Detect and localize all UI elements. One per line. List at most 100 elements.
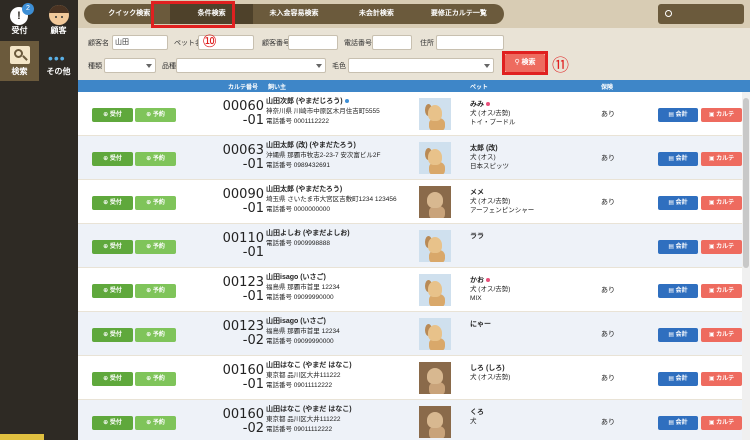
karte-button[interactable]: ▣ カルテ: [701, 240, 742, 254]
pet-breed: 日本スピッツ: [470, 163, 509, 170]
reception-button[interactable]: ⊕ 受付: [92, 372, 133, 386]
billing-button[interactable]: ▤ 会計: [658, 372, 698, 386]
billing-button[interactable]: ▤ 会計: [658, 240, 698, 254]
pet-info: にゃー: [470, 320, 610, 329]
karte-button-label: カルテ: [716, 112, 735, 118]
owner-name[interactable]: 山田次郎 (やまだじろう): [266, 97, 416, 107]
reserve-button[interactable]: ⊕ 予約: [135, 240, 176, 254]
pet-name-text: メメ: [470, 189, 484, 196]
reserve-button[interactable]: ⊕ 予約: [135, 152, 176, 166]
reception-button[interactable]: ⊕ 受付: [92, 108, 133, 122]
pet-name[interactable]: にゃー: [470, 320, 610, 329]
scrollbar-thumb[interactable]: [743, 98, 749, 268]
reception-button[interactable]: ⊕ 受付: [92, 416, 133, 430]
billing-button-label: 会計: [675, 376, 688, 382]
address-input[interactable]: [436, 35, 504, 50]
customer-name-input[interactable]: 山田: [112, 35, 168, 50]
pet-name[interactable]: くろ: [470, 408, 610, 417]
reception-button[interactable]: ⊕ 受付: [92, 284, 133, 298]
top-nav: クイック検索 条件検索 未入金容易検索 未会計検索 要修正カルテ一覧: [78, 0, 750, 28]
pet-name[interactable]: ララ: [470, 232, 610, 241]
karte-number-main: 00063: [222, 143, 264, 158]
billing-button[interactable]: ▤ 会計: [658, 416, 698, 430]
tab-unbilled-search[interactable]: 未会計検索: [335, 4, 417, 24]
reserve-button[interactable]: ⊕ 予約: [135, 108, 176, 122]
karte-number: 00060 -01: [200, 100, 264, 128]
owner-name[interactable]: 山田太郎 (やまだたろう): [266, 185, 416, 195]
table-row[interactable]: ⊕ 受付 ⊕ 予約 00123 -02 山田isago (いさご) 福島県 那覇市首里 1…: [78, 312, 742, 355]
owner-phone: 電話番号 0909998888: [266, 240, 330, 247]
karte-number-branch: -01: [242, 201, 264, 216]
pet-photo: [419, 318, 451, 350]
pet-name[interactable]: みみ: [470, 100, 610, 109]
karte-button[interactable]: ▣ カルテ: [701, 328, 742, 342]
color-select[interactable]: [348, 58, 494, 73]
karte-button[interactable]: ▣ カルテ: [701, 372, 742, 386]
phone-label: 電話番号: [344, 40, 372, 47]
reserve-button[interactable]: ⊕ 予約: [135, 328, 176, 342]
breed-select[interactable]: [176, 58, 326, 73]
karte-button[interactable]: ▣ カルテ: [701, 284, 742, 298]
reserve-button[interactable]: ⊕ 予約: [135, 372, 176, 386]
owner-name[interactable]: 山田はなこ (やまだ はなこ): [266, 361, 416, 371]
karte-number-branch: -01: [242, 377, 264, 392]
table-row[interactable]: ⊕ 受付 ⊕ 予約 00110 -01 山田よしお (やまだよしお) 電話番号 09099…: [78, 224, 742, 267]
billing-button[interactable]: ▤ 会計: [658, 284, 698, 298]
scrollbar[interactable]: [742, 92, 750, 440]
owner-name[interactable]: 山田isago (いさご): [266, 273, 416, 283]
billing-button[interactable]: ▤ 会計: [658, 328, 698, 342]
pet-status-dot: [486, 278, 490, 283]
pet-photo: [419, 406, 451, 438]
reception-button[interactable]: ⊕ 受付: [92, 240, 133, 254]
pet-name[interactable]: しろ (しろ): [470, 364, 610, 373]
reception-button[interactable]: ⊕ 受付: [92, 152, 133, 166]
owner-name[interactable]: 山田はなこ (やまだ はなこ): [266, 405, 416, 415]
table-row[interactable]: ⊕ 受付 ⊕ 予約 00060 -01 山田次郎 (やまだじろう) 神奈川県 川崎市中原区…: [78, 92, 742, 135]
customer-no-input[interactable]: [288, 35, 338, 50]
reserve-button-label: 予約: [152, 332, 165, 338]
tab-karte-fix-list[interactable]: 要修正カルテ一覧: [418, 4, 500, 24]
pet-photo: [419, 142, 451, 174]
karte-button[interactable]: ▣ カルテ: [701, 152, 742, 166]
reception-button[interactable]: ⊕ 受付: [92, 196, 133, 210]
owner-info: 山田isago (いさご) 福島県 那覇市首里 12234 電話番号 0909999…: [266, 273, 416, 303]
karte-button[interactable]: ▣ カルテ: [701, 416, 742, 430]
karte-button[interactable]: ▣ カルテ: [701, 196, 742, 210]
reserve-button[interactable]: ⊕ 予約: [135, 284, 176, 298]
billing-button[interactable]: ▤ 会計: [658, 152, 698, 166]
reserve-button[interactable]: ⊕ 予約: [135, 196, 176, 210]
global-search-input[interactable]: [658, 4, 744, 24]
karte-button[interactable]: ▣ カルテ: [701, 108, 742, 122]
phone-input[interactable]: [372, 35, 412, 50]
sidebar-item-kokyaku[interactable]: 顧客: [39, 0, 78, 40]
owner-name[interactable]: 山田太郎 (改) (やまだたろう): [266, 141, 416, 151]
pet-name[interactable]: メメ: [470, 188, 610, 197]
breed-label: 品種: [162, 63, 176, 70]
owner-name-text: 山田太郎 (改) (やまだたろう): [266, 142, 356, 149]
billing-button[interactable]: ▤ 会計: [658, 108, 698, 122]
table-row[interactable]: ⊕ 受付 ⊕ 予約 00123 -01 山田isago (いさご) 福島県 那覇市首里 1…: [78, 268, 742, 311]
owner-name[interactable]: 山田よしお (やまだよしお): [266, 229, 416, 239]
pet-name[interactable]: かお: [470, 276, 610, 285]
tab-unpaid-search[interactable]: 未入金容易検索: [253, 4, 335, 24]
table-row[interactable]: ⊕ 受付 ⊕ 予約 00063 -01 山田太郎 (改) (やまだたろう) 沖縄県 那覇市…: [78, 136, 742, 179]
reserve-button[interactable]: ⊕ 予約: [135, 416, 176, 430]
sidebar-item-sonota[interactable]: ••• その他: [39, 41, 78, 81]
sidebar-item-label: その他: [46, 67, 71, 76]
table-row[interactable]: ⊕ 受付 ⊕ 予約 00160 -02 山田はなこ (やまだ はなこ) 東京都 品川区大井…: [78, 400, 742, 440]
sidebar-item-kensaku[interactable]: 検索: [0, 41, 39, 81]
pet-name[interactable]: 太郎 (改): [470, 144, 610, 153]
owner-name-text: 山田次郎 (やまだじろう): [266, 98, 343, 105]
reception-button[interactable]: ⊕ 受付: [92, 328, 133, 342]
reserve-button-label: 予約: [152, 112, 165, 118]
reserve-button-label: 予約: [152, 200, 165, 206]
billing-button[interactable]: ▤ 会計: [658, 196, 698, 210]
table-row[interactable]: ⊕ 受付 ⊕ 予約 00160 -01 山田はなこ (やまだ はなこ) 東京都 品川区大井…: [78, 356, 742, 399]
sidebar-item-uketsuke[interactable]: ! 2 受付: [0, 0, 39, 40]
owner-name[interactable]: 山田isago (いさご): [266, 317, 416, 327]
owner-phone: 電話番号 09099990000: [266, 338, 334, 345]
pet-name-text: しろ (しろ): [470, 365, 505, 372]
table-row[interactable]: ⊕ 受付 ⊕ 予約 00090 -01 山田太郎 (やまだたろう) 埼玉県 さいたま市大宮…: [78, 180, 742, 223]
species-select[interactable]: [104, 58, 156, 73]
owner-phone: 電話番号 09099990000: [266, 294, 334, 301]
